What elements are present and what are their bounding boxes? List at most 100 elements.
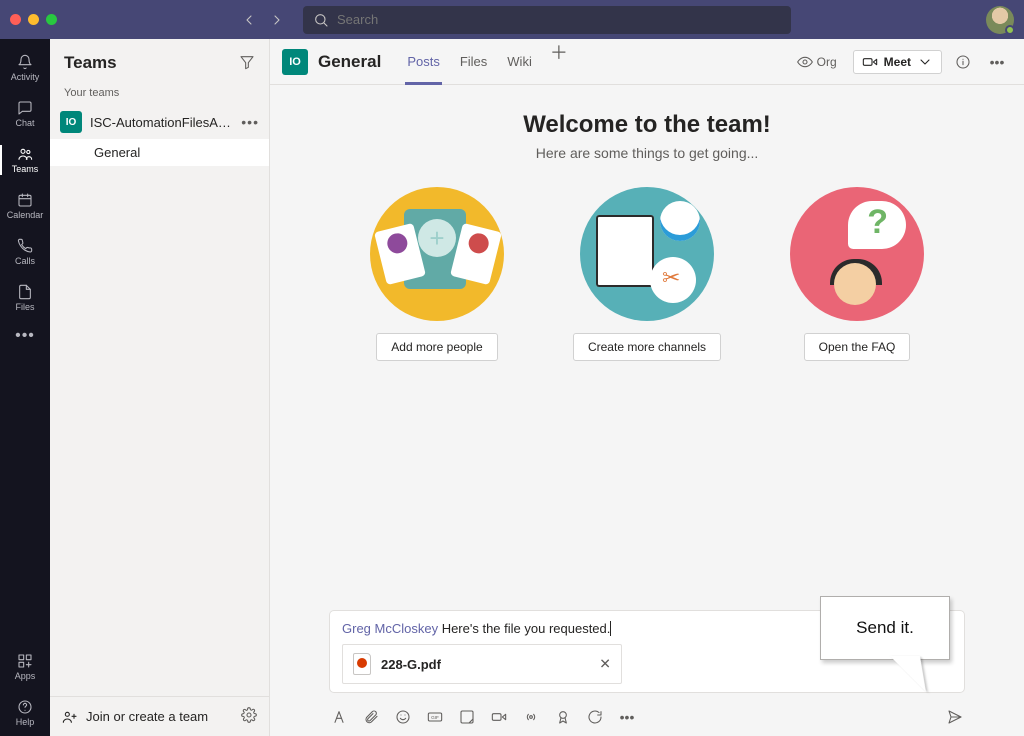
bell-icon	[17, 54, 33, 70]
sidebar-title: Teams	[64, 53, 117, 73]
rail-calendar[interactable]: Calendar	[0, 183, 50, 229]
rail-label: Files	[15, 302, 34, 312]
apps-icon	[17, 653, 33, 669]
open-faq-button[interactable]: Open the FAQ	[804, 333, 911, 361]
maximize-window-icon[interactable]	[46, 14, 57, 25]
send-icon	[947, 709, 963, 725]
rail-calls[interactable]: Calls	[0, 229, 50, 275]
back-button[interactable]	[237, 8, 261, 32]
team-row[interactable]: IO ISC-AutomationFilesAnd... •••	[50, 105, 269, 139]
add-tab-button[interactable]: ＋	[544, 39, 574, 85]
channel-general[interactable]: General	[50, 139, 269, 166]
create-channels-button[interactable]: Create more channels	[573, 333, 721, 361]
tab-wiki[interactable]: Wiki	[499, 39, 540, 85]
manage-teams-button[interactable]	[241, 707, 257, 726]
add-people-button[interactable]: Add more people	[376, 333, 497, 361]
create-channels-illustration	[580, 187, 714, 321]
rail-apps[interactable]: Apps	[0, 644, 50, 690]
approvals-button[interactable]	[586, 708, 604, 726]
meeting-button[interactable]	[490, 708, 508, 726]
format-button[interactable]	[330, 708, 348, 726]
org-button[interactable]: Org	[789, 52, 845, 72]
mention-chip[interactable]: Greg McCloskey	[342, 621, 438, 636]
rail-chat[interactable]: Chat	[0, 91, 50, 137]
gif-button[interactable]: GIF	[426, 708, 444, 726]
attach-button[interactable]	[362, 708, 380, 726]
close-window-icon[interactable]	[10, 14, 21, 25]
rail-label: Teams	[12, 164, 39, 174]
meeting-icon	[491, 709, 507, 725]
rail-label: Calls	[15, 256, 35, 266]
meet-button[interactable]: Meet	[853, 50, 942, 74]
rail-label: Activity	[11, 72, 40, 82]
eye-icon	[797, 54, 813, 70]
presence-indicator	[1005, 25, 1015, 35]
rail-label: Help	[16, 717, 35, 727]
join-create-team-button[interactable]: Join or create a team	[62, 709, 208, 725]
info-button[interactable]	[950, 49, 976, 75]
window-controls	[10, 14, 57, 25]
team-more-button[interactable]: •••	[241, 114, 259, 130]
minimize-window-icon[interactable]	[28, 14, 39, 25]
section-your-teams: Your teams	[50, 81, 269, 105]
stream-icon	[523, 709, 539, 725]
teams-sidebar: Teams Your teams IO ISC-AutomationFilesA…	[50, 39, 270, 736]
calendar-icon	[17, 192, 33, 208]
attachment-chip[interactable]: 228-G.pdf ✕	[342, 644, 622, 684]
team-name-label: ISC-AutomationFilesAnd...	[90, 115, 233, 130]
compose-text: Here's the file you requested.	[438, 621, 610, 636]
approvals-icon	[587, 709, 603, 725]
rail-activity[interactable]: Activity	[0, 45, 50, 91]
chevron-down-icon	[917, 54, 933, 70]
sticker-button[interactable]	[458, 708, 476, 726]
format-icon	[331, 709, 347, 725]
tab-posts[interactable]: Posts	[399, 39, 448, 85]
instruction-callout: Send it.	[820, 596, 950, 660]
channel-avatar-icon: IO	[282, 49, 308, 75]
svg-text:GIF: GIF	[431, 715, 439, 720]
paperclip-icon	[363, 709, 379, 725]
channel-tabs: Posts Files Wiki ＋	[399, 39, 574, 85]
more-options-button[interactable]: •••	[984, 49, 1010, 75]
org-label: Org	[817, 55, 837, 69]
emoji-button[interactable]	[394, 708, 412, 726]
more-compose-button[interactable]: •••	[618, 708, 636, 726]
info-icon	[955, 54, 971, 70]
tab-files[interactable]: Files	[452, 39, 495, 85]
filter-icon	[239, 54, 255, 70]
add-people-illustration	[370, 187, 504, 321]
text-cursor	[610, 621, 611, 636]
rail-label: Calendar	[7, 210, 44, 220]
join-create-label: Join or create a team	[86, 709, 208, 724]
callout-text: Send it.	[856, 618, 914, 638]
rail-more[interactable]: •••	[15, 327, 35, 345]
title-bar	[0, 0, 1024, 39]
team-avatar-icon: IO	[60, 111, 82, 133]
rail-label: Chat	[15, 118, 34, 128]
file-icon	[17, 284, 33, 300]
emoji-icon	[395, 709, 411, 725]
filter-button[interactable]	[239, 54, 255, 73]
stream-button[interactable]	[522, 708, 540, 726]
phone-icon	[17, 238, 33, 254]
rail-help[interactable]: Help	[0, 690, 50, 736]
search-input[interactable]	[337, 12, 781, 27]
app-rail: Activity Chat Teams Calendar Calls Files…	[0, 39, 50, 736]
rail-teams[interactable]: Teams	[0, 137, 50, 183]
compose-toolbar: GIF •••	[330, 708, 964, 726]
attachment-filename: 228-G.pdf	[381, 657, 441, 672]
channel-title: General	[318, 52, 381, 72]
forward-button[interactable]	[265, 8, 289, 32]
profile-avatar[interactable]	[986, 6, 1014, 34]
rail-files[interactable]: Files	[0, 275, 50, 321]
join-team-icon	[62, 709, 78, 725]
praise-button[interactable]	[554, 708, 572, 726]
channel-header: IO General Posts Files Wiki ＋ Org Meet	[270, 39, 1024, 85]
send-button[interactable]	[946, 708, 964, 726]
pdf-icon	[353, 653, 371, 675]
teams-icon	[17, 146, 33, 162]
remove-attachment-button[interactable]: ✕	[599, 656, 611, 673]
gear-icon	[241, 707, 257, 723]
search-box[interactable]	[303, 6, 791, 34]
video-icon	[862, 54, 878, 70]
